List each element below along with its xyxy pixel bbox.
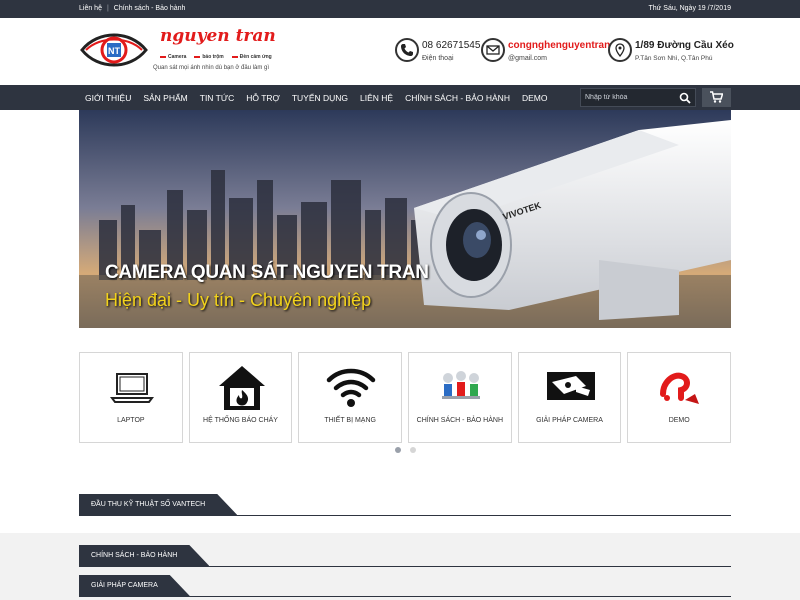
brand-tag: Camera [160,54,186,60]
contact-email: congnghenguyentran @gmail.com [481,38,610,64]
category-label: HỆ THỐNG BÁO CHÁY [203,417,278,424]
category-tile-camera[interactable]: GIẢI PHÁP CAMERA [517,352,622,443]
brand-tag: Đèn cảm ứng [232,54,272,60]
top-link-separator: | [106,5,109,12]
category-label: CHÍNH SÁCH - BẢO HÀNH [416,417,504,424]
category-tile-demo[interactable]: DEMO [627,352,732,443]
category-tile-fire-alarm[interactable]: HỆ THỐNG BÁO CHÁY [188,352,293,443]
category-tile-policy[interactable]: CHÍNH SÁCH - BẢO HÀNH [408,352,512,443]
email-domain: @gmail.com [508,55,548,62]
category-label: GIẢI PHÁP CAMERA [536,417,603,424]
hero-title: CAMERA QUAN SÁT NGUYEN TRAN [105,262,429,283]
current-date: Thứ Sáu, Ngày 19 /7/2019 [648,5,731,12]
phone-icon [395,38,419,62]
nav-item-careers[interactable]: TUYỂN DỤNG [286,93,354,103]
contact-phone: 08 62671545 Điện thoại [395,38,480,64]
section-header-camera-solutions: GIẢI PHÁP CAMERA [79,575,731,597]
nav-item-about[interactable]: GIỚI THIỆU [79,93,137,103]
brand-tag: báo trộm [194,54,223,60]
nav-item-products[interactable]: SẢN PHẨM [137,93,193,103]
cart-button[interactable] [702,88,731,107]
contact-address: 1/89 Đường Cầu Xéo P.Tân Sơn Nhì, Q.Tân … [608,38,734,64]
top-links: Liên hệ | Chính sách - Bảo hành [79,5,185,12]
nav-item-support[interactable]: HỖ TRỢ [240,93,286,103]
brand-tags: Camera báo trộm Đèn cảm ứng [160,54,272,60]
top-bar: Liên hệ | Chính sách - Bảo hành Thứ Sáu,… [0,0,800,18]
carousel-dot[interactable] [395,447,401,453]
category-label: DEMO [668,417,690,424]
email-user[interactable]: congnghenguyentran [508,40,610,51]
search-input[interactable] [585,91,675,104]
carousel-pagination [395,447,416,453]
main-nav: GIỚI THIỆU SẢN PHẨM TIN TỨC HỖ TRỢ TUYỂN… [79,85,553,110]
laptop-icon [110,373,154,403]
map-pin-icon [608,38,632,62]
brand-slogan: Quan sát mọi ánh nhìn dù bạn ở đâu làm g… [153,65,270,71]
address-street: 1/89 Đường Cầu Xéo [635,40,734,51]
section-title[interactable]: ĐẦU THU KỸ THUẬT SỐ VANTECH [79,494,237,515]
cart-icon [710,91,723,103]
section-header-policy: CHÍNH SÁCH - BẢO HÀNH [79,545,731,567]
eye-logo-icon[interactable]: NT [80,28,148,72]
hero-banner[interactable]: VIVOTEK CAMERA QUAN SÁT NGUYEN TRAN Hiện… [79,110,731,328]
category-tile-network[interactable]: THIẾT BỊ MẠNG [298,352,403,443]
section-title[interactable]: GIẢI PHÁP CAMERA [79,575,190,596]
address-district: P.Tân Sơn Nhì, Q.Tân Phú [635,55,713,62]
mail-icon [481,38,505,62]
nav-item-policy[interactable]: CHÍNH SÁCH - BẢO HÀNH [399,93,516,103]
brand-name[interactable]: nguyen tran [160,26,276,46]
main-navbar: GIỚI THIỆU SẢN PHẨM TIN TỨC HỖ TRỢ TUYỂN… [0,85,800,110]
top-link-policy[interactable]: Chính sách - Bảo hành [114,5,186,12]
section-title[interactable]: CHÍNH SÁCH - BẢO HÀNH [79,545,209,566]
category-label: THIẾT BỊ MẠNG [324,417,376,424]
nav-item-contact[interactable]: LIÊN HỆ [354,93,399,103]
hero-subtitle: Hiện đại - Uy tín - Chuyên nghiệp [105,290,372,310]
search-icon[interactable] [679,92,691,104]
site-header: NT nguyen tran Camera báo trộm Đèn cảm ứ… [0,18,800,85]
category-tile-laptop[interactable]: LAPTOP [79,352,183,443]
wifi-icon [327,368,376,407]
category-carousel: LAPTOP HỆ THỐNG BÁO CHÁY THIẾT BỊ MẠNG C… [79,352,732,443]
carousel-dot[interactable] [410,447,416,453]
nav-item-news[interactable]: TIN TỨC [194,93,241,103]
fire-alarm-icon [218,366,265,410]
search-box [580,88,696,107]
nav-item-demo[interactable]: DEMO [516,93,554,103]
category-label: LAPTOP [117,417,145,424]
phone-number[interactable]: 08 62671545 [422,40,480,51]
top-link-contact[interactable]: Liên hệ [79,5,102,12]
section-header-dvr: ĐẦU THU KỸ THUẬT SỐ VANTECH [79,494,731,516]
phone-label: Điện thoại [422,55,454,62]
svg-text:NT: NT [108,46,120,56]
camera-icon [546,372,595,400]
people-icon [442,371,481,399]
demo-icon [660,372,700,404]
